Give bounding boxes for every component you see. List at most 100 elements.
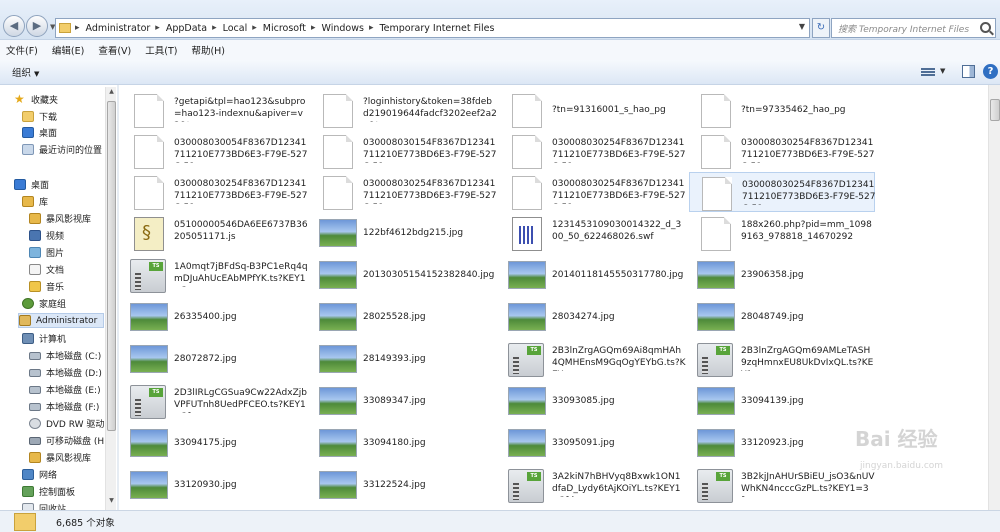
nav-documents[interactable]: 文档 bbox=[29, 262, 64, 277]
file-list-scrollbar-thumb[interactable] bbox=[990, 99, 1000, 121]
file-item[interactable]: ?tn=91316001_s_hao_pg bbox=[500, 90, 686, 130]
nav-recycle-bin[interactable]: 回收站 bbox=[22, 501, 66, 510]
chevron-right-icon[interactable]: ▸ bbox=[252, 23, 257, 33]
breadcrumb-local[interactable]: Local bbox=[223, 23, 248, 34]
nav-videos[interactable]: 视频 bbox=[29, 228, 64, 243]
preview-pane-icon[interactable] bbox=[962, 65, 975, 78]
file-item[interactable]: 33095091.jpg bbox=[500, 423, 686, 463]
refresh-button[interactable]: ↻ bbox=[812, 18, 830, 38]
scroll-down-icon[interactable]: ▼ bbox=[107, 497, 116, 509]
forward-button[interactable]: ▶ bbox=[26, 15, 48, 37]
nav-network[interactable]: 网络 bbox=[22, 467, 57, 482]
menu-view[interactable]: 查看(V) bbox=[98, 43, 131, 57]
view-options-dropdown-icon[interactable]: ▼ bbox=[940, 67, 945, 75]
nav-desktop[interactable]: 桌面 bbox=[14, 177, 49, 192]
file-item[interactable]: 030008030254F8367D12341711210E773BD6E3-F… bbox=[689, 131, 875, 171]
breadcrumb-temporary-internet-files[interactable]: Temporary Internet Files bbox=[379, 23, 494, 34]
chevron-right-icon[interactable]: ▸ bbox=[155, 23, 160, 33]
file-item[interactable]: 33120923.jpg bbox=[689, 423, 875, 463]
file-item[interactable]: 26335400.jpg bbox=[122, 297, 308, 337]
file-item[interactable]: ?loginhistory&token=38fdebd219019644fadc… bbox=[311, 90, 497, 130]
nav-administrator[interactable]: Administrator bbox=[18, 313, 104, 328]
file-item[interactable]: 122bf4612bdg215.jpg bbox=[311, 213, 497, 253]
nav-desktop-favorite[interactable]: 桌面 bbox=[22, 125, 57, 140]
breadcrumb-appdata[interactable]: AppData bbox=[166, 23, 207, 34]
nav-baofeng-library-2[interactable]: 暴风影视库 bbox=[29, 450, 91, 465]
nav-drive-f[interactable]: 本地磁盘 (F:) bbox=[29, 399, 99, 414]
help-icon[interactable]: ? bbox=[983, 64, 998, 79]
file-item[interactable]: 20130305154152382840.jpg bbox=[311, 255, 497, 295]
file-item[interactable]: 05100000546DA6EE6737B36205051171.js bbox=[122, 213, 308, 253]
file-item[interactable]: 28072872.jpg bbox=[122, 339, 308, 379]
file-item[interactable]: TS 2D3lIRLgCGSua9Cw22AdxZjbVPFUTnh8UedPFC… bbox=[122, 381, 308, 421]
address-dropdown-icon[interactable]: ▼ bbox=[799, 22, 805, 31]
nav-homegroup[interactable]: 家庭组 bbox=[22, 296, 66, 311]
nav-downloads[interactable]: 下载 bbox=[22, 109, 57, 124]
back-button[interactable]: ◀ bbox=[3, 15, 25, 37]
file-item[interactable]: 33093085.jpg bbox=[500, 381, 686, 421]
file-item[interactable]: 28025528.jpg bbox=[311, 297, 497, 337]
search-icon[interactable] bbox=[980, 22, 991, 33]
file-item[interactable]: 030008030054F8367D12341711210E773BD6E3-F… bbox=[122, 131, 308, 171]
file-item[interactable]: 030008030254F8367D12341711210E773BD6E3-F… bbox=[122, 172, 308, 212]
file-item[interactable]: TS 2B3lnZrgAGQm69AMLeTASH9zqHmnxEU8UkDvIx… bbox=[689, 339, 875, 379]
file-item[interactable]: 030008030254F8367D12341711210E773BD6E3-F… bbox=[689, 172, 875, 212]
file-item[interactable]: 28048749.jpg bbox=[689, 297, 875, 337]
file-item[interactable]: 33120930.jpg bbox=[122, 465, 308, 505]
file-item[interactable]: TS 2B3lnZrgAGQm69Ai8qmHAh4QMHEnsM9GqOgYEY… bbox=[500, 339, 686, 379]
file-item[interactable]: 23906358.jpg bbox=[689, 255, 875, 295]
navigation-scrollbar-thumb[interactable] bbox=[107, 101, 116, 431]
nav-computer[interactable]: 计算机 bbox=[22, 331, 66, 346]
breadcrumb-microsoft[interactable]: Microsoft bbox=[263, 23, 306, 34]
address-bar[interactable]: ▸ Administrator ▸ AppData ▸ Local ▸ Micr… bbox=[55, 18, 810, 38]
file-item[interactable]: 1231453109030014322_d_300_50_622468026.s… bbox=[500, 213, 686, 253]
file-item[interactable]: 33094175.jpg bbox=[122, 423, 308, 463]
chevron-right-icon[interactable]: ▸ bbox=[311, 23, 316, 33]
file-item[interactable]: ?tn=97335462_hao_pg bbox=[689, 90, 875, 130]
organize-button[interactable]: 组织 ▼ bbox=[12, 65, 39, 79]
menu-file[interactable]: 文件(F) bbox=[6, 43, 38, 57]
file-item[interactable]: 33122524.jpg bbox=[311, 465, 497, 505]
nav-music[interactable]: 音乐 bbox=[29, 279, 64, 294]
breadcrumb-administrator[interactable]: Administrator bbox=[86, 23, 151, 34]
file-item[interactable]: 28034274.jpg bbox=[500, 297, 686, 337]
nav-drive-c[interactable]: 本地磁盘 (C:) bbox=[29, 348, 101, 363]
nav-baofeng-library[interactable]: 暴风影视库 bbox=[29, 211, 91, 226]
file-item[interactable]: 030008030154F8367D12341711210E773BD6E3-F… bbox=[311, 131, 497, 171]
menu-help[interactable]: 帮助(H) bbox=[191, 43, 225, 57]
nav-favorites[interactable]: ★ 收藏夹 bbox=[14, 92, 58, 107]
file-name: 33094175.jpg bbox=[174, 438, 237, 448]
chevron-right-icon[interactable]: ▸ bbox=[75, 23, 80, 33]
file-item[interactable]: 28149393.jpg bbox=[311, 339, 497, 379]
nav-libraries[interactable]: 库 bbox=[22, 194, 48, 209]
file-item[interactable]: 33094180.jpg bbox=[311, 423, 497, 463]
chevron-right-icon[interactable]: ▸ bbox=[212, 23, 217, 33]
file-item[interactable]: TS 3B2kjJnAHUrSBiEU_jsO3&nUVWhKN4ncccGzPL… bbox=[689, 465, 875, 505]
chevron-right-icon[interactable]: ▸ bbox=[369, 23, 374, 33]
nav-removable-drive[interactable]: 可移动磁盘 (H: bbox=[29, 433, 107, 448]
file-item[interactable]: ?getapi&tpl=hao123&subpro=hao123-indexnu… bbox=[122, 90, 308, 130]
navigation-scrollbar[interactable]: ▲ ▼ bbox=[105, 87, 116, 510]
file-item[interactable]: 33094139.jpg bbox=[689, 381, 875, 421]
breadcrumb-windows[interactable]: Windows bbox=[322, 23, 364, 34]
homegroup-icon bbox=[22, 298, 34, 309]
search-input[interactable]: 搜索 Temporary Internet Files bbox=[831, 18, 996, 38]
nav-dvd-drive[interactable]: DVD RW 驱动 bbox=[29, 416, 104, 431]
file-item[interactable]: 20140118145550317780.jpg bbox=[500, 255, 686, 295]
nav-recent-places[interactable]: 最近访问的位置 bbox=[22, 142, 102, 157]
file-item[interactable]: TS 1A0mqt7jBFdSq-B3PC1eRq4qmDJuAhUcEAbMPf… bbox=[122, 255, 308, 295]
file-item[interactable]: 188x260.php?pid=mm_10989163_978818_14670… bbox=[689, 213, 875, 253]
file-item[interactable]: 030008030254F8367D12341711210E773BD6E3-F… bbox=[500, 131, 686, 171]
file-item[interactable]: 030008030254F8367D12341711210E773BD6E3-F… bbox=[311, 172, 497, 212]
file-item[interactable]: 33089347.jpg bbox=[311, 381, 497, 421]
nav-drive-e[interactable]: 本地磁盘 (E:) bbox=[29, 382, 101, 397]
change-view-icon[interactable] bbox=[921, 67, 935, 78]
file-item[interactable]: TS 3A2kiN7hBHVyq8Bxwk1ON1dfaD_Lydy6tAjKOi… bbox=[500, 465, 686, 505]
nav-drive-d[interactable]: 本地磁盘 (D:) bbox=[29, 365, 102, 380]
nav-control-panel[interactable]: 控制面板 bbox=[22, 484, 75, 499]
nav-pictures[interactable]: 图片 bbox=[29, 245, 64, 260]
scroll-up-icon[interactable]: ▲ bbox=[107, 88, 116, 100]
file-item[interactable]: 030008030254F8367D12341711210E773BD6E3-F… bbox=[500, 172, 686, 212]
menu-tools[interactable]: 工具(T) bbox=[145, 43, 177, 57]
menu-edit[interactable]: 编辑(E) bbox=[52, 43, 84, 57]
